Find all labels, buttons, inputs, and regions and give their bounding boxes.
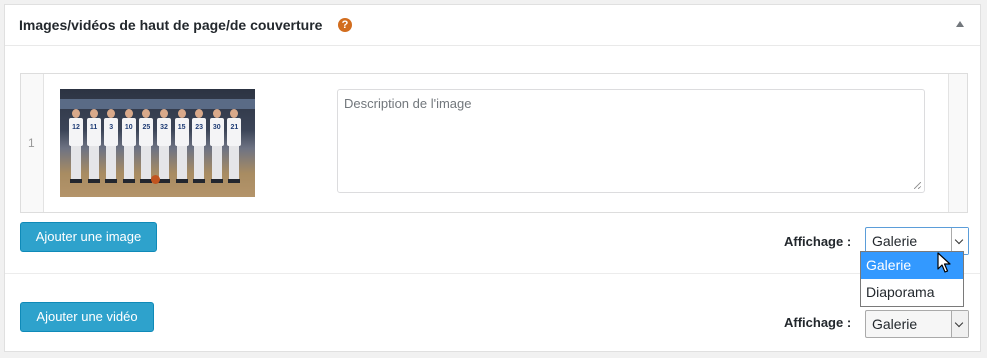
image-display-selected-value: Galerie (872, 233, 918, 249)
panel-header[interactable]: Images/vidéos de haut de page/de couvert… (5, 5, 980, 46)
add-video-button[interactable]: Ajouter une vidéo (20, 302, 154, 332)
player-figure: 15 (174, 109, 189, 183)
row-remove-handle[interactable] (948, 74, 967, 212)
image-description-textarea[interactable]: Description de l'image (337, 89, 925, 193)
video-display-selected-value: Galerie (872, 316, 918, 332)
question-circle-icon[interactable]: ? (338, 18, 352, 32)
basketball (151, 175, 160, 184)
jersey-number: 10 (124, 124, 133, 131)
jersey-number: 15 (177, 124, 186, 131)
row-number: 1 (28, 136, 35, 150)
jersey-number: 21 (230, 124, 239, 131)
jersey-number: 30 (212, 124, 221, 131)
jersey-number: 25 (142, 124, 151, 131)
panel-title: Images/vidéos de haut de page/de couvert… (19, 17, 323, 33)
player-figure: 30 (209, 109, 224, 183)
add-image-button[interactable]: Ajouter une image (20, 222, 157, 252)
jersey-number: 12 (72, 124, 80, 131)
jersey-number: 3 (109, 124, 114, 131)
row-drag-handle[interactable]: 1 (21, 74, 44, 212)
jersey-number: 32 (160, 124, 168, 131)
video-display-select[interactable]: Galerie (865, 310, 969, 338)
gallery-row: 1 12 11 3 10 25 32 15 23 30 21 Description de l'i… (20, 73, 968, 213)
mouse-cursor-icon (937, 252, 951, 273)
image-display-label: Affichage : (784, 234, 852, 249)
photo-banner (60, 99, 255, 109)
player-figure: 21 (227, 109, 242, 183)
jersey-number: 11 (89, 124, 98, 131)
player-figure: 3 (104, 109, 119, 183)
image-description-placeholder: Description de l'image (344, 96, 472, 111)
player-figure: 12 (69, 109, 83, 183)
video-display-label: Affichage : (784, 315, 852, 330)
cover-media-panel: Images/vidéos de haut de page/de couvert… (4, 4, 981, 352)
section-divider (5, 273, 980, 274)
player-figure: 25 (139, 109, 154, 183)
player-figure: 10 (121, 109, 136, 183)
gallery-image-thumbnail[interactable]: 12 11 3 10 25 32 15 23 30 21 (60, 89, 255, 197)
player-figure: 32 (157, 109, 171, 183)
player-figure: 23 (192, 109, 207, 183)
resize-grip-icon[interactable] (914, 182, 921, 189)
dropdown-option-diaporama[interactable]: Diaporama (861, 279, 963, 306)
jersey-number: 23 (195, 124, 204, 131)
triangle-up-icon[interactable] (956, 21, 964, 27)
chevron-down-icon[interactable] (951, 311, 968, 337)
player-figure: 11 (86, 109, 101, 183)
